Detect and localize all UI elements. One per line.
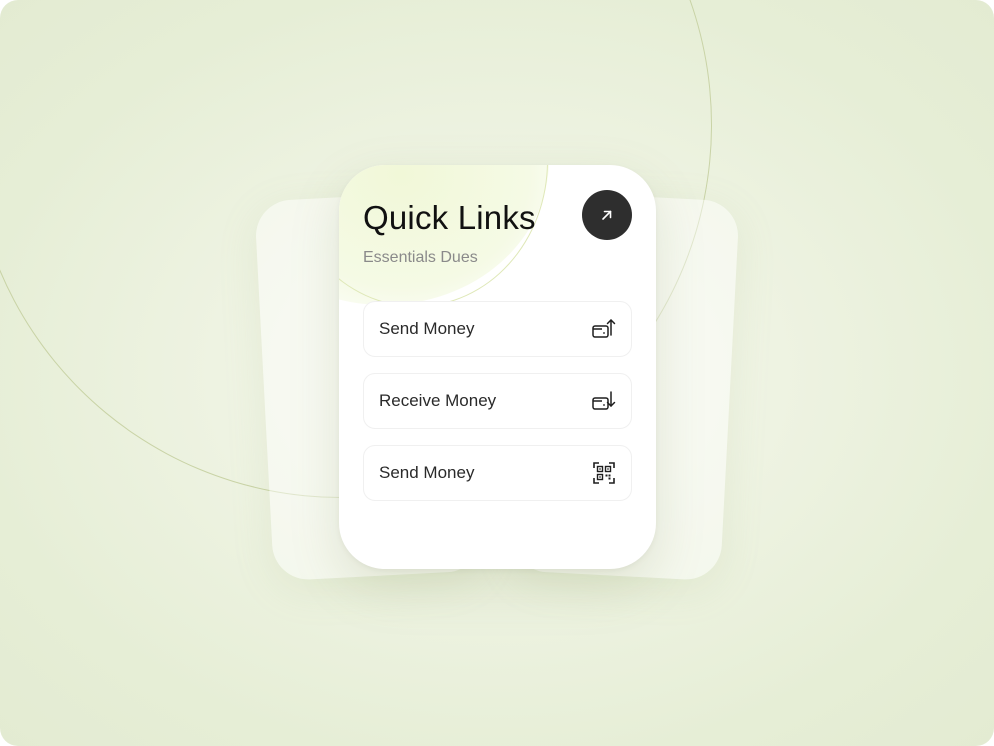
wallet-send-icon [591,316,617,342]
quick-links-list: Send Money Receive Money Send Money [363,301,632,517]
card-title: Quick Links [363,199,536,236]
quick-links-card: Quick Links Essentials Dues Send Money R… [339,165,656,569]
card-subtitle: Essentials Dues [363,249,478,266]
link-send-money-qr[interactable]: Send Money [363,445,632,501]
link-label: Send Money [379,319,475,338]
link-receive-money[interactable]: Receive Money [363,373,632,429]
open-quick-links-button[interactable] [582,190,632,240]
link-label: Send Money [379,463,475,482]
link-send-money[interactable]: Send Money [363,301,632,357]
link-label: Receive Money [379,391,497,410]
arrow-up-right-icon [600,208,614,222]
qr-scan-icon [591,460,617,486]
wallet-receive-icon [591,388,617,414]
page-background: Quick Links Essentials Dues Send Money R… [0,0,994,746]
